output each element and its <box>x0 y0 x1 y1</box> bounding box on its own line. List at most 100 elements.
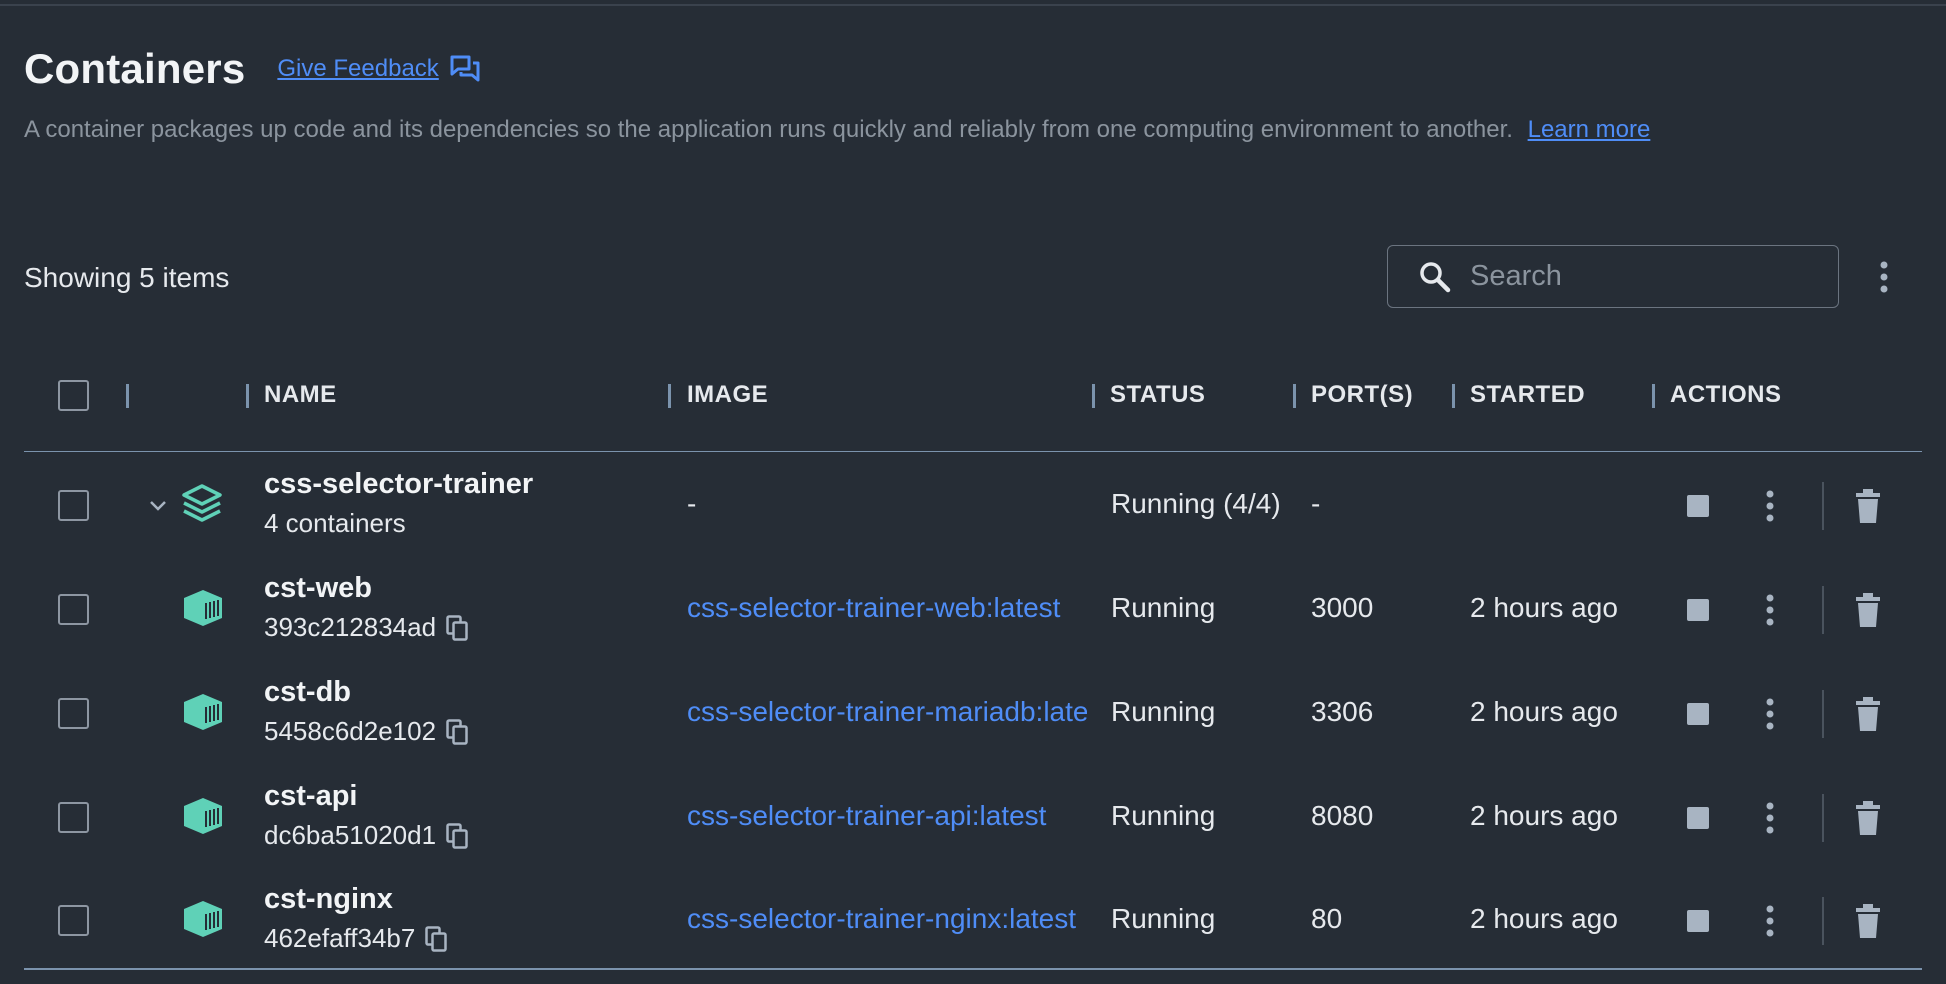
row-started: 2 hours ago <box>1470 903 1618 934</box>
row-actions-icon[interactable] <box>1765 698 1775 730</box>
table-row[interactable]: cst-nginx 462efaff34b7 css-selector-trai… <box>24 869 1922 973</box>
row-started: 2 hours ago <box>1470 696 1618 727</box>
row-ports: 80 <box>1311 903 1343 934</box>
table-row-group[interactable]: css-selector-trainer 4 containers - Runn… <box>24 454 1922 558</box>
title-row: Containers Give Feedback <box>24 44 481 94</box>
delete-icon[interactable] <box>1854 801 1882 835</box>
row-checkbox[interactable] <box>58 490 89 521</box>
row-checkbox[interactable] <box>58 594 89 625</box>
row-status: Running <box>1111 800 1216 831</box>
delete-icon[interactable] <box>1854 904 1882 938</box>
column-resizer[interactable] <box>1293 384 1296 408</box>
compose-stack-icon <box>182 484 222 522</box>
stop-icon[interactable] <box>1687 910 1709 932</box>
container-id: dc6ba51020d1 <box>264 820 437 850</box>
delete-icon[interactable] <box>1854 593 1882 627</box>
table-bottom-border <box>24 968 1922 970</box>
container-icon <box>184 798 222 834</box>
copy-icon[interactable] <box>446 822 468 849</box>
chevron-down-icon[interactable] <box>148 499 168 513</box>
container-icon <box>184 901 222 937</box>
learn-more-link[interactable]: Learn more <box>1528 116 1651 143</box>
action-divider <box>1822 794 1824 842</box>
column-resizer[interactable] <box>246 384 249 408</box>
column-header-name[interactable]: NAME <box>264 362 337 428</box>
row-subtitle: 462efaff34b7 <box>264 923 448 954</box>
row-subtitle: 5458c6d2e102 <box>264 716 468 747</box>
page-title: Containers <box>24 45 246 92</box>
more-options-icon[interactable] <box>1876 260 1892 294</box>
column-header-actions: ACTIONS <box>1670 381 1782 408</box>
column-resizer[interactable] <box>1652 384 1655 408</box>
row-ports: 3306 <box>1311 696 1374 727</box>
container-icon <box>184 590 222 626</box>
description-text: A container packages up code and its dep… <box>24 116 1513 143</box>
row-status: Running <box>1111 903 1216 934</box>
stop-icon[interactable] <box>1687 807 1709 829</box>
search-box[interactable] <box>1387 245 1839 308</box>
row-status: Running <box>1111 592 1216 623</box>
table-row[interactable]: cst-web 393c212834ad css-selector-traine… <box>24 558 1922 662</box>
delete-icon[interactable] <box>1854 697 1882 731</box>
action-divider <box>1822 690 1824 738</box>
row-actions-icon[interactable] <box>1765 905 1775 937</box>
row-actions-icon[interactable] <box>1765 594 1775 626</box>
row-status: Running <box>1111 696 1216 727</box>
row-status: Running (4/4) <box>1111 488 1281 519</box>
column-resizer[interactable] <box>1092 384 1095 408</box>
copy-icon[interactable] <box>446 614 468 641</box>
row-subtitle: 393c212834ad <box>264 612 468 643</box>
row-checkbox[interactable] <box>58 905 89 936</box>
action-divider <box>1822 586 1824 634</box>
row-name[interactable]: cst-db <box>264 676 351 709</box>
column-resizer[interactable] <box>668 384 671 408</box>
search-icon <box>1420 261 1451 292</box>
container-id: 5458c6d2e102 <box>264 716 437 746</box>
copy-icon[interactable] <box>446 718 468 745</box>
column-header-image[interactable]: IMAGE <box>687 362 768 428</box>
row-ports: - <box>1311 488 1321 519</box>
container-id: 393c212834ad <box>264 612 437 642</box>
row-image-link[interactable]: css-selector-trainer-mariadb:latest <box>687 696 1087 728</box>
containers-page: Containers Give Feedback A container pac… <box>24 0 1922 984</box>
container-id: 462efaff34b7 <box>264 923 416 953</box>
row-actions-icon[interactable] <box>1765 490 1775 522</box>
table-header: NAME IMAGE STATUS PORT(S) STARTED ACTION… <box>24 362 1922 452</box>
row-checkbox[interactable] <box>58 802 89 833</box>
row-started: 2 hours ago <box>1470 800 1618 831</box>
feedback-icon[interactable] <box>449 54 481 84</box>
select-all-checkbox[interactable] <box>58 380 89 411</box>
row-name[interactable]: css-selector-trainer <box>264 468 533 501</box>
column-header-started[interactable]: STARTED <box>1470 362 1585 428</box>
row-ports: 8080 <box>1311 800 1374 831</box>
row-image: - <box>687 488 697 519</box>
row-checkbox[interactable] <box>58 698 89 729</box>
row-actions-icon[interactable] <box>1765 802 1775 834</box>
action-divider <box>1822 482 1824 530</box>
stop-icon[interactable] <box>1687 703 1709 725</box>
row-subtitle: 4 containers <box>264 508 406 539</box>
container-count: 4 containers <box>264 508 406 538</box>
table-row[interactable]: cst-db 5458c6d2e102 css-selector-trainer… <box>24 662 1922 766</box>
row-image-link[interactable]: css-selector-trainer-web:latest <box>687 592 1117 624</box>
row-started: 2 hours ago <box>1470 592 1618 623</box>
column-header-ports[interactable]: PORT(S) <box>1311 362 1413 428</box>
delete-icon[interactable] <box>1854 489 1882 523</box>
row-name[interactable]: cst-api <box>264 780 357 813</box>
search-input[interactable] <box>1470 256 1830 297</box>
row-image-link[interactable]: css-selector-trainer-nginx:latest <box>687 903 1087 935</box>
items-count: Showing 5 items <box>24 262 230 293</box>
give-feedback-link[interactable]: Give Feedback <box>277 55 438 83</box>
stop-icon[interactable] <box>1687 495 1709 517</box>
column-header-status[interactable]: STATUS <box>1110 362 1205 428</box>
row-name[interactable]: cst-nginx <box>264 883 393 916</box>
column-resizer[interactable] <box>1452 384 1455 408</box>
row-name[interactable]: cst-web <box>264 572 372 605</box>
row-image-link[interactable]: css-selector-trainer-api:latest <box>687 800 1117 832</box>
stop-icon[interactable] <box>1687 599 1709 621</box>
copy-icon[interactable] <box>425 925 448 952</box>
column-resizer[interactable] <box>126 384 129 408</box>
table-row[interactable]: cst-api dc6ba51020d1 css-selector-traine… <box>24 766 1922 870</box>
page-description: A container packages up code and its dep… <box>24 116 1650 144</box>
action-divider <box>1822 897 1824 945</box>
